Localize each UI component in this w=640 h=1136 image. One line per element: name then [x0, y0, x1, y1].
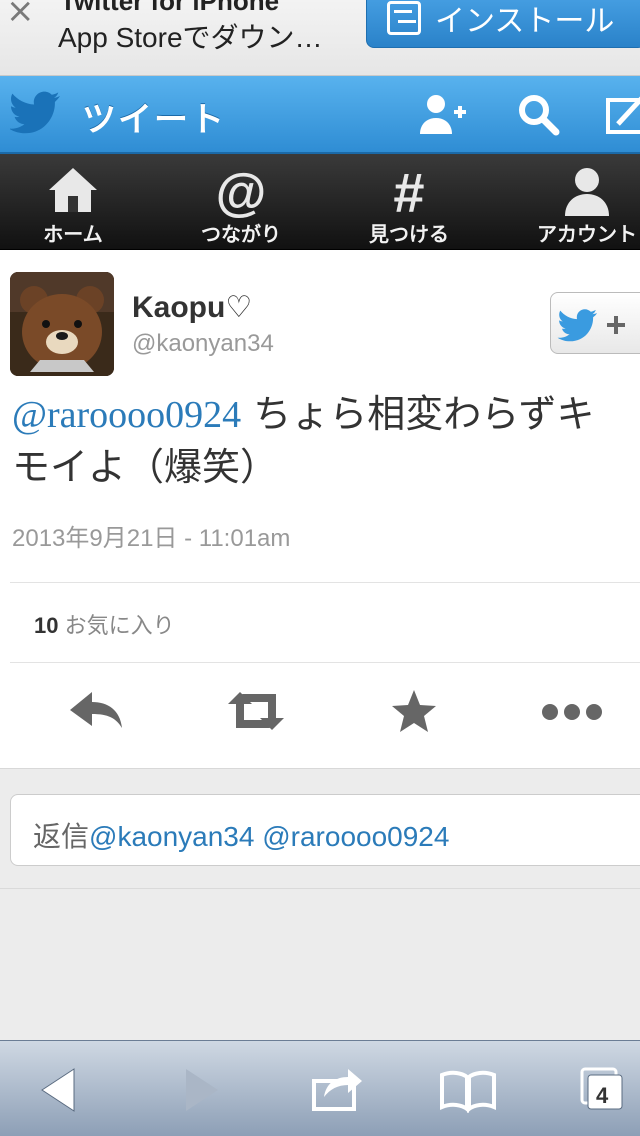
person-icon: [565, 168, 609, 216]
banner-title: Twitter for iPhone: [60, 0, 280, 16]
nav-item-home[interactable]: ホーム: [8, 154, 138, 250]
reply-mentions: @kaonyan34 @raroooo0924: [89, 821, 450, 852]
tweet-mention-link[interactable]: @raroooo0924: [12, 394, 241, 436]
install-icon: [387, 1, 421, 35]
forward-icon[interactable]: [170, 1063, 230, 1117]
divider: [10, 582, 640, 583]
favorite-icon[interactable]: [382, 684, 446, 738]
at-icon: @: [216, 164, 267, 218]
user-display-name[interactable]: Kaopu♡: [132, 290, 252, 325]
nav-item-connect[interactable]: @ つながり: [176, 154, 306, 250]
retweet-icon[interactable]: [224, 684, 288, 738]
compose-icon[interactable]: [600, 90, 640, 140]
nav-item-account[interactable]: アカウント: [522, 154, 640, 250]
tabs-count: 4: [596, 1083, 609, 1108]
share-icon[interactable]: [306, 1063, 366, 1117]
divider: [0, 888, 640, 889]
tweet-timestamp[interactable]: 2013年9月21日 - 11:01am: [12, 518, 290, 553]
reply-icon[interactable]: [64, 684, 128, 738]
favorites-stat[interactable]: 10 お気に入り: [34, 608, 175, 640]
avatar[interactable]: [10, 272, 114, 376]
more-icon[interactable]: [540, 684, 604, 738]
close-banner-icon[interactable]: ×: [6, 0, 35, 28]
add-user-icon[interactable]: [416, 90, 470, 140]
page-title: ツイート: [82, 101, 226, 139]
divider: [10, 662, 640, 663]
nav-label-home: ホーム: [43, 224, 103, 246]
bear-avatar-image: [10, 272, 114, 376]
reply-input[interactable]: 返信@kaonyan34 @raroooo0924: [10, 794, 640, 866]
svg-text:#: #: [393, 164, 424, 218]
app-install-banner: × Twitter for iPhone App Storeでダウン… インスト…: [0, 0, 640, 76]
nav-label-account: アカウント: [537, 224, 637, 246]
hash-icon: #: [393, 164, 424, 218]
tabs-button[interactable]: 4: [578, 1063, 638, 1117]
user-handle[interactable]: @kaonyan34: [132, 330, 274, 358]
browser-toolbar: 4: [0, 1040, 640, 1136]
tweet-text: @raroooo0924 ちょら相変わらずキモイよ（爆笑）: [12, 388, 632, 493]
main-nav: ホーム @ つながり # 見つける アカウント: [0, 154, 640, 250]
install-button[interactable]: インストール: [366, 0, 640, 48]
nav-item-discover[interactable]: # 見つける: [344, 154, 474, 250]
app: × Twitter for iPhone App Storeでダウン… インスト…: [0, 0, 640, 1136]
back-icon[interactable]: [36, 1063, 96, 1117]
svg-text:@: @: [216, 164, 267, 218]
nav-label-connect: つながり: [201, 224, 281, 246]
follow-bird-plus-icon: [557, 309, 625, 342]
favorites-label: お気に入り: [58, 613, 175, 638]
twitter-bird-icon[interactable]: [10, 90, 62, 134]
nav-label-discover: 見つける: [369, 224, 449, 246]
home-icon: [49, 168, 97, 212]
bookmarks-icon[interactable]: [438, 1063, 498, 1117]
twitter-header: ツイート: [0, 76, 640, 154]
search-icon[interactable]: [512, 90, 566, 140]
favorites-count: 10: [34, 613, 59, 638]
reply-prefix: 返信: [33, 821, 90, 852]
follow-button[interactable]: [550, 292, 640, 354]
install-label: インストール: [435, 5, 615, 38]
banner-subtitle: App Storeでダウン…: [58, 22, 323, 53]
